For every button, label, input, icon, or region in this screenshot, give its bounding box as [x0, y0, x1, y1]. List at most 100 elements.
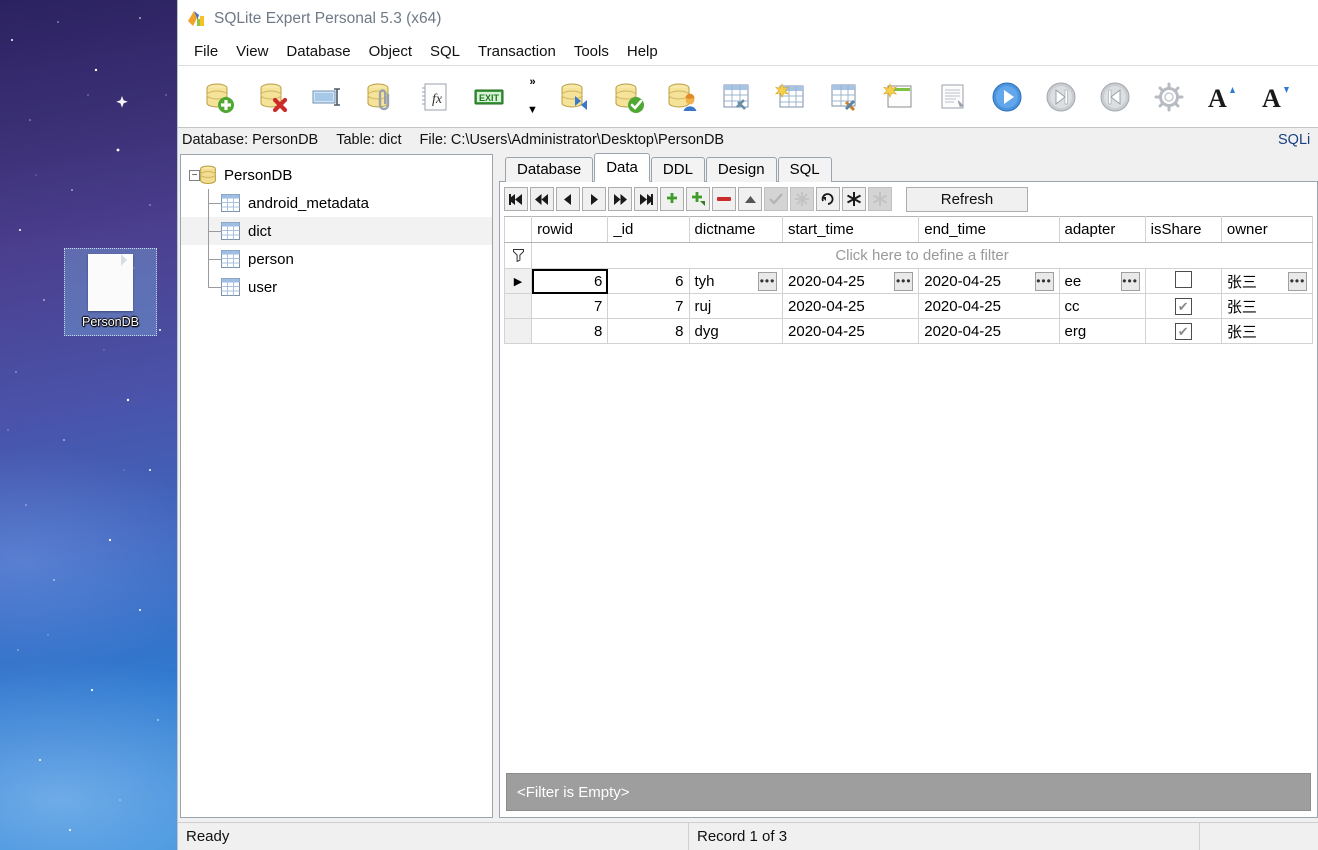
design-table-button[interactable] — [818, 72, 872, 122]
isshare-checkbox[interactable] — [1174, 270, 1192, 288]
font-increase-button[interactable]: A — [1196, 72, 1250, 122]
insert-record-button[interactable] — [660, 187, 684, 211]
tab-data[interactable]: Data — [594, 153, 650, 182]
cell-end_time[interactable]: 2020-04-25 ••• — [918, 268, 1060, 294]
refresh-button[interactable]: Refresh — [906, 186, 1028, 212]
step-back-button[interactable] — [1088, 72, 1142, 122]
duplicate-record-button[interactable] — [686, 187, 710, 211]
table-row[interactable]: 8 8 dyg 2020-04-25 2020-04-25 erg ✔ 张三 — [504, 318, 1313, 344]
cell-editor-ellipsis-button[interactable]: ••• — [1120, 271, 1140, 291]
table-row[interactable]: ▶ 6 6 tyh ••• 2020-04-25 ••• 2020-04-25 … — [504, 268, 1313, 294]
prior-record-button[interactable] — [556, 187, 580, 211]
tree-item-user[interactable]: user — [181, 273, 492, 301]
attach-database-button[interactable] — [354, 72, 408, 122]
font-decrease-button[interactable]: A — [1250, 72, 1304, 122]
column-header-owner[interactable]: owner — [1220, 216, 1313, 243]
cell-start_time[interactable]: 2020-04-25 — [782, 318, 920, 344]
menu-sql[interactable]: SQL — [421, 41, 469, 62]
tab-ddl[interactable]: DDL — [650, 157, 705, 182]
prior-page-button[interactable] — [530, 187, 554, 211]
menu-database[interactable]: Database — [277, 41, 359, 62]
set-null-button[interactable] — [842, 187, 866, 211]
column-header-rowid[interactable]: rowid — [531, 216, 609, 243]
menu-object[interactable]: Object — [360, 41, 421, 62]
edit-record-button[interactable] — [738, 187, 762, 211]
refresh-database-button[interactable] — [548, 72, 602, 122]
desktop-icon-persondb[interactable]: PersonDB — [64, 248, 157, 336]
toolbar-overflow-button[interactable]: » ▼ — [516, 72, 548, 122]
verify-database-button[interactable] — [602, 72, 656, 122]
menu-help[interactable]: Help — [618, 41, 667, 62]
table-row[interactable]: 7 7 ruj 2020-04-25 2020-04-25 cc ✔ 张三 — [504, 293, 1313, 319]
last-record-button[interactable] — [634, 187, 658, 211]
cell-owner[interactable]: 张三 ••• — [1220, 268, 1313, 294]
cell-adapter[interactable]: cc — [1058, 293, 1146, 319]
cell-adapter[interactable]: erg — [1058, 318, 1146, 344]
cell-owner[interactable]: 张三 — [1220, 318, 1313, 344]
cell-_id[interactable]: 6 — [607, 268, 690, 294]
next-record-button[interactable] — [582, 187, 606, 211]
cell-rowid[interactable]: 8 — [531, 318, 609, 344]
column-header-_id[interactable]: _id — [607, 216, 690, 243]
table-tools-button[interactable] — [710, 72, 764, 122]
refresh-record-button[interactable] — [816, 187, 840, 211]
next-page-button[interactable] — [608, 187, 632, 211]
filter-prompt-cell[interactable]: Click here to define a filter — [531, 242, 1313, 269]
cell-owner[interactable]: 张三 — [1220, 293, 1313, 319]
script-button[interactable] — [926, 72, 980, 122]
column-header-dictname[interactable]: dictname — [688, 216, 784, 243]
cell-editor-ellipsis-button[interactable]: ••• — [758, 271, 778, 291]
cell-end_time[interactable]: 2020-04-25 — [918, 293, 1060, 319]
delete-record-button[interactable] — [712, 187, 736, 211]
cell-dictname[interactable]: tyh ••• — [688, 268, 784, 294]
tree-item-dict[interactable]: dict — [181, 217, 492, 245]
rename-database-button[interactable] — [300, 72, 354, 122]
tab-sql[interactable]: SQL — [777, 157, 832, 182]
column-header-isShare[interactable]: isShare — [1144, 216, 1222, 243]
cell-rowid[interactable]: 7 — [531, 293, 609, 319]
filter-status-bar[interactable]: <Filter is Empty> — [506, 773, 1311, 811]
column-header-adapter[interactable]: adapter — [1058, 216, 1146, 243]
cell-isShare[interactable] — [1144, 268, 1222, 294]
tree-item-android_metadata[interactable]: android_metadata — [181, 189, 492, 217]
options-button[interactable] — [1142, 72, 1196, 122]
cell-isShare[interactable]: ✔ — [1144, 318, 1222, 344]
data-grid[interactable]: rowid _id dictname start_time end_time a… — [504, 216, 1313, 773]
cell-start_time[interactable]: 2020-04-25 — [782, 293, 920, 319]
isshare-checkbox[interactable]: ✔ — [1174, 322, 1192, 340]
isshare-checkbox[interactable]: ✔ — [1174, 297, 1192, 315]
tab-design[interactable]: Design — [705, 157, 777, 182]
cell-editor-ellipsis-button[interactable]: ••• — [894, 271, 914, 291]
new-table-button[interactable] — [764, 72, 818, 122]
column-header-start_time[interactable]: start_time — [782, 216, 920, 243]
new-database-button[interactable] — [192, 72, 246, 122]
cell-editor-ellipsis-button[interactable]: ••• — [1288, 271, 1307, 291]
cell-end_time[interactable]: 2020-04-25 — [918, 318, 1060, 344]
cell-isShare[interactable]: ✔ — [1144, 293, 1222, 319]
exit-button[interactable]: EXIT — [462, 72, 516, 122]
menu-view[interactable]: View — [227, 41, 277, 62]
delete-database-button[interactable] — [246, 72, 300, 122]
cell-rowid[interactable]: 6 — [531, 268, 609, 294]
cell-_id[interactable]: 8 — [607, 318, 690, 344]
tree-item-person[interactable]: person — [181, 245, 492, 273]
filter-row[interactable]: Click here to define a filter — [504, 242, 1313, 269]
cell-dictname[interactable]: ruj — [688, 293, 784, 319]
tree-item-persondb[interactable]: − PersonDB — [181, 161, 492, 189]
cell-_id[interactable]: 7 — [607, 293, 690, 319]
column-header-end_time[interactable]: end_time — [918, 216, 1060, 243]
database-user-button[interactable] — [656, 72, 710, 122]
menu-tools[interactable]: Tools — [565, 41, 618, 62]
tab-database[interactable]: Database — [505, 157, 594, 182]
new-window-button[interactable] — [872, 72, 926, 122]
execute-button[interactable] — [980, 72, 1034, 122]
cell-start_time[interactable]: 2020-04-25 ••• — [782, 268, 920, 294]
menu-transaction[interactable]: Transaction — [469, 41, 565, 62]
step-forward-button[interactable] — [1034, 72, 1088, 122]
cell-editor-ellipsis-button[interactable]: ••• — [1034, 271, 1054, 291]
first-record-button[interactable] — [504, 187, 528, 211]
cell-adapter[interactable]: ee ••• — [1058, 268, 1146, 294]
menu-file[interactable]: File — [185, 41, 227, 62]
functions-button[interactable]: fx — [408, 72, 462, 122]
cell-dictname[interactable]: dyg — [688, 318, 784, 344]
